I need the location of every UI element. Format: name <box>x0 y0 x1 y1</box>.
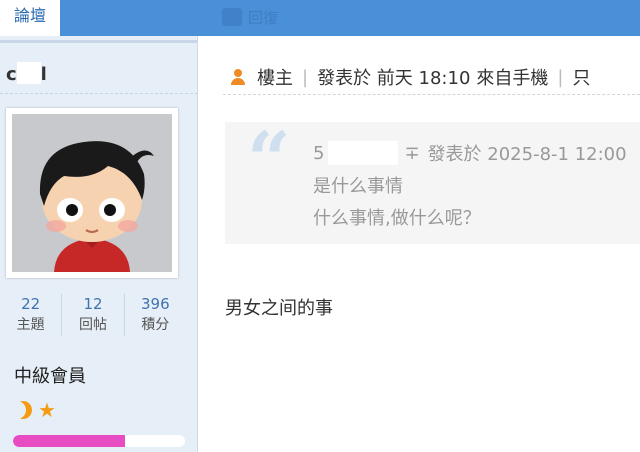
quote-time: 發表於 2025-8-1 12:00 <box>427 144 627 165</box>
post-source: 來自手機 <box>476 68 549 89</box>
avatar[interactable] <box>6 108 178 278</box>
quote-author-end: ∓ <box>404 142 420 164</box>
stat-replies-value: 12 <box>83 295 103 313</box>
star-icon: ★ <box>38 398 56 422</box>
quote-mark-icon: “ <box>247 115 291 204</box>
stat-threads-label: 主題 <box>16 317 45 333</box>
username-end: l <box>40 64 47 85</box>
post-main: 樓主 | 發表於 前天 18:10 來自手機 | 只 “ 5 ∓ 發表於 2025… <box>199 36 640 452</box>
post-time: 發表於 前天 18:10 <box>317 68 471 89</box>
stat-points[interactable]: 396 積分 <box>125 294 186 336</box>
stat-threads[interactable]: 22 主題 <box>0 294 63 336</box>
user-rank[interactable]: 中級會員 <box>14 362 86 388</box>
reply-icon <box>222 8 242 26</box>
reply-button[interactable]: 回復 <box>222 6 278 28</box>
tab-forum[interactable]: 論壇 <box>0 0 60 36</box>
user-sidebar: cl 22 主題 12 回帖 396 積分 中級會員 ★ <box>0 36 198 452</box>
stat-points-label: 積分 <box>141 317 170 333</box>
username-start: c <box>6 64 17 85</box>
level-progress-bar <box>13 435 185 447</box>
username-redaction <box>16 62 41 84</box>
post-role: 樓主 <box>257 68 293 89</box>
only-author-link[interactable]: 只 <box>572 64 590 90</box>
reply-label: 回復 <box>248 8 279 27</box>
quote-line: 什么事情,做什么呢？ <box>313 208 481 229</box>
stat-replies-label: 回帖 <box>78 317 107 333</box>
stat-points-value: 396 <box>141 295 170 313</box>
avatar-image <box>12 114 172 272</box>
name-divider <box>0 93 198 94</box>
top-bar: 論壇 回復 <box>0 0 640 36</box>
header-separator: | <box>302 66 309 88</box>
quote-header: 5 ∓ 發表於 2025-8-1 12:00 <box>313 140 627 166</box>
person-icon <box>229 68 247 86</box>
username[interactable]: cl <box>6 62 47 85</box>
moon-icon <box>14 401 32 419</box>
post-body: 男女之间的事 <box>225 298 333 319</box>
stat-threads-value: 22 <box>21 295 41 313</box>
cartoon-avatar-icon <box>12 114 172 272</box>
post-header: 樓主 | 發表於 前天 18:10 來自手機 | 只 <box>229 64 590 90</box>
header-separator: | <box>557 66 564 88</box>
rank-icons: ★ <box>14 400 56 420</box>
level-progress-fill <box>13 435 125 447</box>
quote-block: “ 5 ∓ 發表於 2025-8-1 12:00 是什么事情 什么事情,做什么呢？ <box>225 115 640 244</box>
sidebar-divider <box>0 40 198 43</box>
quote-author-redaction <box>328 141 399 165</box>
quote-line: 是什么事情 <box>313 176 403 197</box>
header-divider <box>223 94 640 95</box>
quote-author-start: 5 <box>313 142 325 164</box>
stat-replies[interactable]: 12 回帖 <box>62 294 125 336</box>
user-stats: 22 主題 12 回帖 396 積分 <box>0 294 186 336</box>
